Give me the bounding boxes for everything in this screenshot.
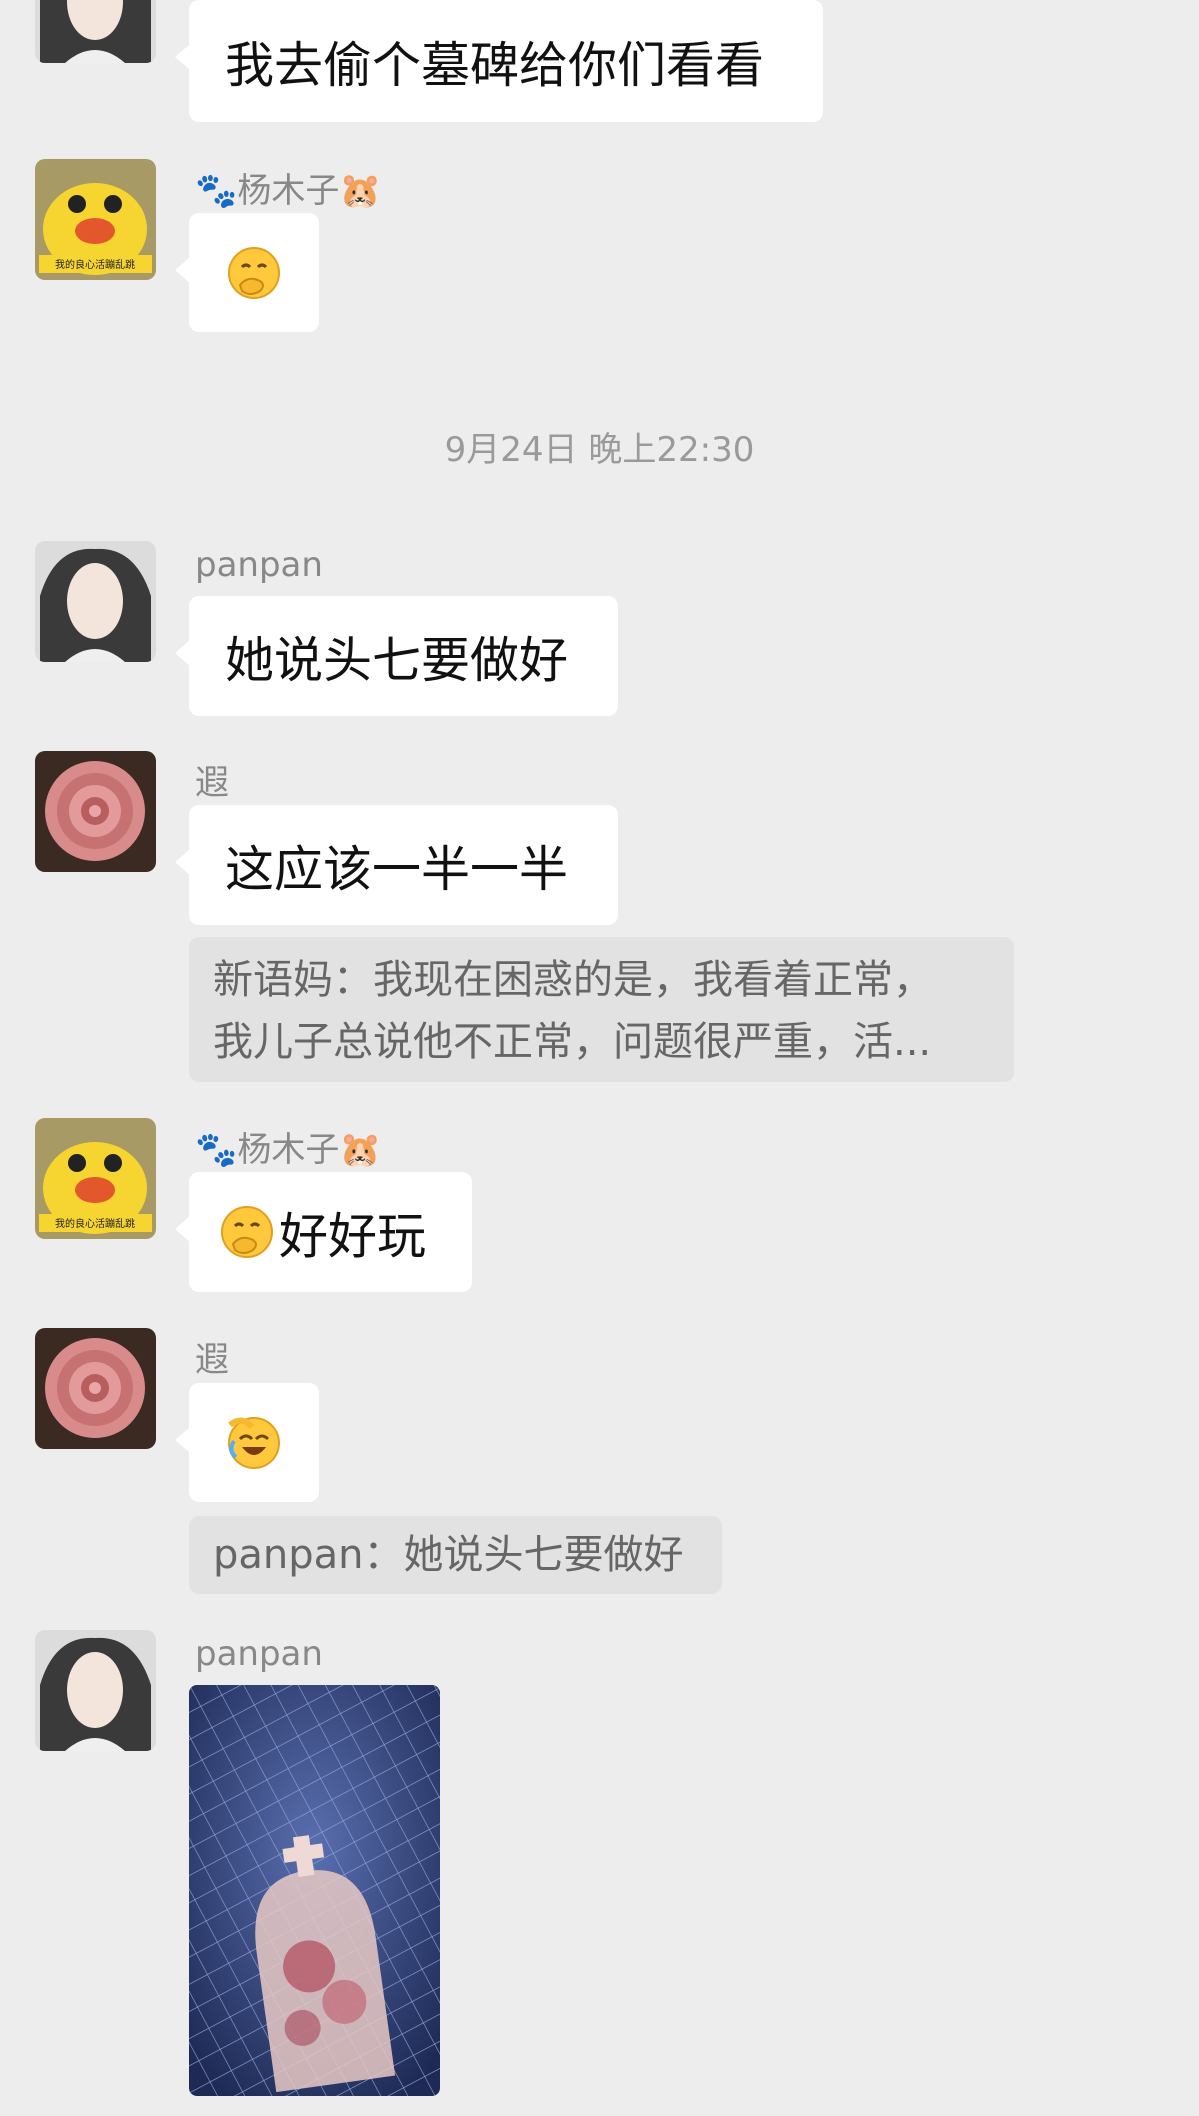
tombstone-photo[interactable] xyxy=(189,1685,440,2096)
avatar-panpan[interactable] xyxy=(35,541,156,662)
quoted-message[interactable]: 新语妈：我现在困惑的是，我看着正常， 我儿子总说他不正常，问题很严重，活... xyxy=(189,937,1014,1082)
timestamp: 9月24日 晚上22:30 xyxy=(444,430,755,470)
avatar-yangmuzi[interactable]: 我的良心活蹦乱跳 xyxy=(35,159,156,280)
avatar-panpan[interactable] xyxy=(35,0,156,63)
avatar-caption: 我的良心活蹦乱跳 xyxy=(55,1217,135,1230)
message-bubble[interactable]: 好好玩 xyxy=(175,1172,472,1292)
message-bubble[interactable]: 这应该一半一半 xyxy=(175,805,618,925)
message-bubble[interactable] xyxy=(175,1383,319,1502)
message-bubble[interactable]: 我去偷个墓碑给你们看看 xyxy=(175,0,823,122)
quote-line: 新语妈：我现在困惑的是，我看着正常， xyxy=(213,957,933,1003)
hand-over-mouth-emoji xyxy=(228,246,280,299)
quote-line: 我儿子总说他不正常，问题很严重，活... xyxy=(213,1019,932,1065)
message-bubble[interactable] xyxy=(175,213,319,332)
avatar-caption: 我的良心活蹦乱跳 xyxy=(55,258,135,271)
message-bubble[interactable]: 她说头七要做好 xyxy=(175,596,618,716)
message-text: 我去偷个墓碑给你们看看 xyxy=(225,36,765,94)
message-text: 她说头七要做好 xyxy=(225,631,569,689)
avatar-yangmuzi[interactable]: 我的良心活蹦乱跳 xyxy=(35,1118,156,1239)
sender-name: 遐 xyxy=(195,1340,229,1380)
avatar-xia[interactable] xyxy=(35,751,156,872)
avatar-panpan[interactable] xyxy=(35,1630,156,1751)
message-text: 这应该一半一半 xyxy=(225,840,569,898)
sender-name: 🐾杨木子🐹 xyxy=(195,171,382,211)
quote-line: panpan：她说头七要做好 xyxy=(213,1532,684,1578)
quoted-message[interactable]: panpan：她说头七要做好 xyxy=(189,1516,722,1594)
laughing-crying-emoji xyxy=(228,1416,280,1469)
message-text: 好好玩 xyxy=(279,1207,427,1265)
sender-name: 🐾杨木子🐹 xyxy=(195,1130,382,1170)
sender-name: 遐 xyxy=(195,763,229,803)
sender-name: panpan xyxy=(195,545,323,585)
sender-name: panpan xyxy=(195,1634,323,1674)
avatar-xia[interactable] xyxy=(35,1328,156,1449)
hand-over-mouth-emoji xyxy=(221,1206,273,1258)
